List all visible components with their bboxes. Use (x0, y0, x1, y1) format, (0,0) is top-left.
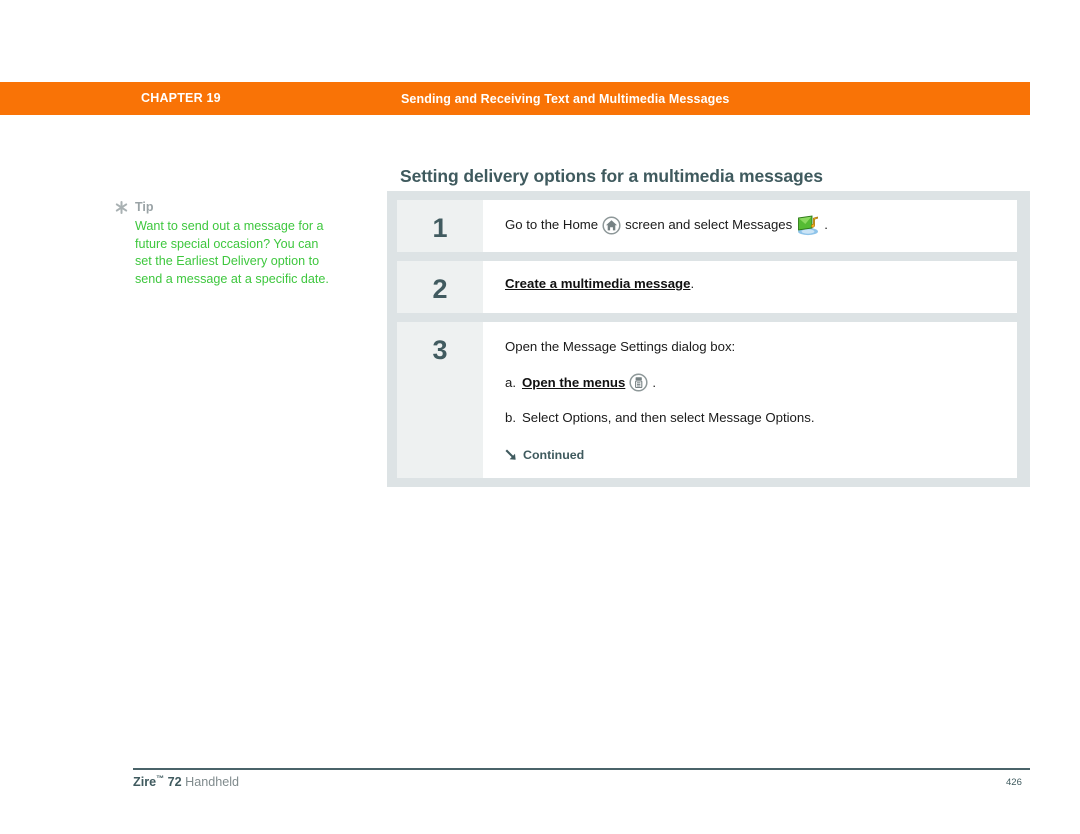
continued-marker: Continued (505, 446, 1007, 464)
page-number: 426 (1006, 777, 1022, 788)
step1-text-before: Go to the Home (505, 217, 599, 232)
step-number: 2 (397, 261, 483, 313)
step-content: Create a multimedia message. (483, 261, 1017, 313)
continued-label: Continued (523, 448, 585, 462)
substep-b: b. Select Options, and then select Messa… (505, 409, 1007, 427)
menu-icon (629, 373, 648, 392)
footer-product-model: 72 (167, 775, 182, 790)
messages-app-icon (796, 214, 820, 236)
tip-title: Tip (135, 200, 154, 214)
substep-a-marker: a. (505, 374, 516, 390)
step3-intro: Open the Message Settings dialog box: (505, 339, 736, 354)
tip-body: Want to send out a message for a future … (135, 219, 329, 286)
step-content: Go to the Home screen and select Message… (483, 200, 1017, 252)
footer-divider (133, 768, 1030, 770)
steps-panel: 1 Go to the Home screen and select Messa… (387, 191, 1030, 487)
tip-block: Tip Want to send out a message for a fut… (115, 200, 330, 288)
step1-text-after: . (824, 217, 828, 232)
tip-header: Tip (115, 200, 330, 215)
step1-text-middle: screen and select Messages (625, 217, 793, 232)
page-title: Setting delivery options for a multimedi… (400, 166, 823, 186)
step-content: Open the Message Settings dialog box: a.… (483, 322, 1017, 478)
step-row: 1 Go to the Home screen and select Messa… (397, 200, 1017, 252)
footer-trademark: ™ (156, 774, 165, 783)
open-the-menus-link[interactable]: Open the menus (522, 374, 625, 392)
footer-product-name: Zire™ 72 Handheld (133, 774, 239, 789)
chapter-running-head: Sending and Receiving Text and Multimedi… (401, 92, 730, 106)
create-multimedia-message-link[interactable]: Create a multimedia message (505, 275, 690, 293)
step-number: 1 (397, 200, 483, 252)
step-number: 3 (397, 322, 483, 478)
substep-a: a. Open the menus . (505, 373, 1007, 392)
substep-a-text-after: . (652, 374, 656, 390)
step2-text-after: . (690, 276, 695, 291)
arrow-down-right-icon (505, 449, 518, 462)
step-row: 2 Create a multimedia message. (397, 261, 1017, 313)
home-icon (602, 215, 621, 235)
footer-product-brand: Zire (133, 775, 157, 790)
substep-b-marker: b. (505, 410, 516, 425)
footer-product-suffix: Handheld (185, 775, 240, 790)
asterisk-icon (115, 200, 128, 215)
chapter-label: CHAPTER 19 (141, 91, 221, 105)
step-row: 3 Open the Message Settings dialog box: … (397, 322, 1017, 478)
substep-b-text: Select Options, and then select Message … (522, 410, 815, 425)
